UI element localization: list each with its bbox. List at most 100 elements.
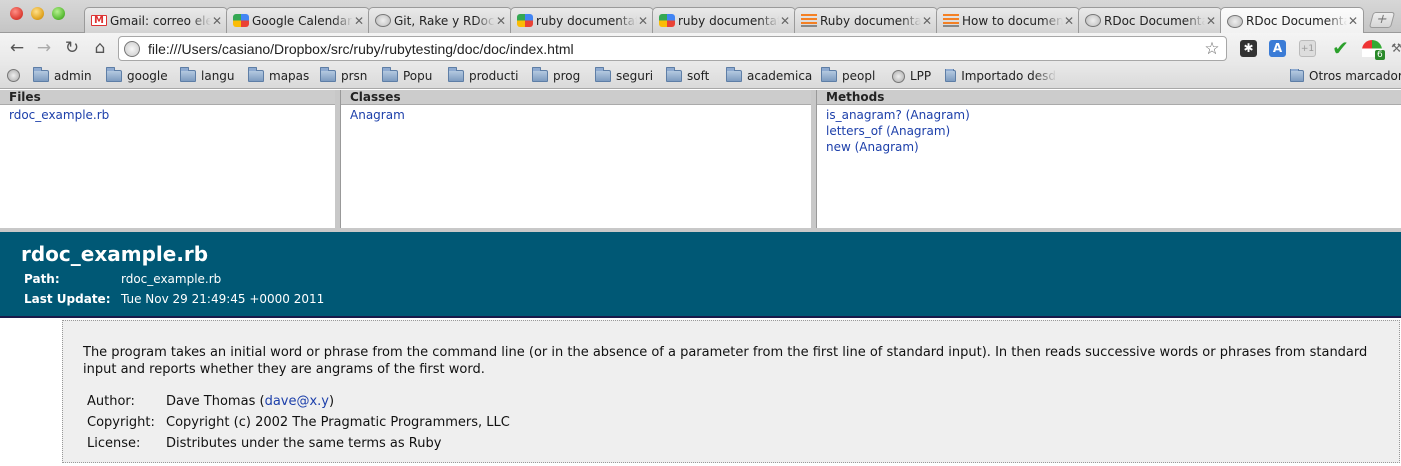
- tab-title: RDoc Documentation: [1104, 13, 1205, 28]
- folder-icon: [106, 67, 122, 82]
- bookmark-folder[interactable]: academica: [726, 67, 812, 83]
- bookmark-star-icon[interactable]: ☆: [1202, 39, 1222, 59]
- bookmark-folder[interactable]: peopl: [821, 67, 876, 83]
- copyright-row: Copyright: Copyright (c) 2002 The Pragmat…: [87, 415, 510, 430]
- folder-icon: [1290, 69, 1305, 82]
- bookmark-label: prsn: [341, 69, 368, 83]
- close-icon[interactable]: ✕: [1205, 14, 1217, 28]
- bookmark-label: Otros marcadores: [1309, 69, 1401, 83]
- folder-icon: [945, 69, 957, 82]
- methods-frame: Methods is_anagram? (Anagram) letters_of…: [816, 90, 1401, 228]
- reload-icon[interactable]: ↻: [61, 37, 83, 59]
- globe-icon: [375, 14, 391, 27]
- close-icon[interactable]: ✕: [211, 14, 223, 28]
- bookmark-folder[interactable]: google: [106, 67, 168, 83]
- back-arrow-icon[interactable]: ←: [6, 37, 28, 59]
- class-link[interactable]: Anagram: [350, 107, 811, 123]
- bookmark-folder[interactable]: prsn: [320, 67, 368, 83]
- bookmark-folder[interactable]: producti: [448, 67, 519, 83]
- home-icon[interactable]: ⌂: [89, 37, 111, 59]
- author-label: Author:: [87, 394, 135, 409]
- file-link[interactable]: rdoc_example.rb: [9, 107, 335, 123]
- close-icon[interactable]: ✕: [495, 14, 507, 28]
- tab-title: ruby documentation: [536, 13, 637, 28]
- bookmark-label: Importado desde Firefox: [961, 69, 1057, 83]
- window-minimize-button[interactable]: [31, 7, 44, 20]
- window-close-button[interactable]: [10, 7, 23, 20]
- browser-toolbar: ← → ↻ ⌂ file:///Users/casiano/Dropbox/sr…: [0, 33, 1401, 64]
- url-text[interactable]: file:///Users/casiano/Dropbox/src/ruby/r…: [148, 41, 1202, 57]
- bookmarks-bar: admin google langu mapas prsn Popu produ…: [0, 64, 1401, 89]
- author-email-link[interactable]: dave@x.y: [265, 394, 329, 409]
- close-icon[interactable]: ✕: [353, 14, 365, 28]
- bookmark-link[interactable]: LPP: [892, 69, 931, 83]
- bookmark-label: prog: [553, 69, 581, 83]
- window-zoom-button[interactable]: [52, 7, 65, 20]
- file-header: rdoc_example.rb Path: rdoc_example.rb La…: [0, 232, 1401, 318]
- bookmark-folder[interactable]: prog: [532, 67, 581, 83]
- browser-tab[interactable]: M Gmail: correo electrónico ✕: [84, 7, 228, 33]
- google-icon: [517, 14, 533, 27]
- close-icon[interactable]: ✕: [779, 14, 791, 28]
- wrench-icon[interactable]: ⚒: [1391, 41, 1401, 55]
- bookmark-label: producti: [469, 69, 519, 83]
- browser-tab-strip: M Gmail: correo electrónico ✕ Google Cal…: [0, 0, 1401, 34]
- checkmark-icon[interactable]: ✔: [1332, 38, 1349, 58]
- new-tab-button[interactable]: +: [1368, 12, 1396, 28]
- browser-tab[interactable]: Ruby documentation ✕: [794, 7, 938, 33]
- extension-asterisk-icon[interactable]: ✱: [1240, 40, 1257, 57]
- close-icon[interactable]: ✕: [1063, 14, 1075, 28]
- close-icon[interactable]: ✕: [921, 14, 933, 28]
- google-icon: [659, 14, 675, 27]
- browser-tab[interactable]: Google Calendar ✕: [226, 7, 370, 33]
- author-name: Dave Thomas: [166, 394, 256, 409]
- stackoverflow-icon: [943, 14, 959, 27]
- bookmark-folder[interactable]: seguri: [595, 67, 654, 83]
- bookmark-other-folder[interactable]: Otros marcadores: [1290, 69, 1401, 83]
- author-row: Author: Dave Thomas (dave@x.y): [87, 394, 335, 409]
- tab-title: Ruby documentation: [820, 13, 921, 28]
- bookmark-label: seguri: [616, 69, 654, 83]
- bookmark-label: Popu: [403, 69, 433, 83]
- browser-tab[interactable]: Git, Rake y RDoc ✕: [368, 7, 512, 33]
- description-text: The program takes an initial word or phr…: [83, 345, 1368, 377]
- forward-arrow-icon[interactable]: →: [33, 37, 55, 59]
- folder-icon: [448, 67, 464, 82]
- bookmark-folder[interactable]: admin: [33, 67, 92, 83]
- tab-title: How to document: [962, 13, 1063, 28]
- bookmark-folder[interactable]: soft: [666, 67, 710, 83]
- bookmark-label: peopl: [842, 69, 876, 83]
- close-icon[interactable]: ✕: [637, 14, 649, 28]
- method-link[interactable]: letters_of (Anagram): [826, 123, 1401, 139]
- translate-icon[interactable]: A: [1269, 40, 1286, 57]
- browser-tab[interactable]: How to document ✕: [936, 7, 1080, 33]
- bookmark-folder[interactable]: mapas: [248, 67, 309, 83]
- bookmark-folder[interactable]: langu: [180, 67, 235, 83]
- globe-icon: [1085, 14, 1101, 27]
- globe-icon: [1227, 14, 1243, 28]
- browser-tab-active[interactable]: RDoc Documentation ✕: [1220, 7, 1364, 34]
- browser-tab[interactable]: ruby documentation ✕: [510, 7, 654, 33]
- close-icon[interactable]: ✕: [1347, 14, 1359, 28]
- address-bar[interactable]: file:///Users/casiano/Dropbox/src/ruby/r…: [118, 36, 1227, 61]
- license-row: License: Distributes under the same terms…: [87, 436, 441, 451]
- gmail-icon: M: [91, 15, 107, 26]
- bookmark-label: soft: [687, 69, 710, 83]
- plus-one-icon[interactable]: +1: [1299, 40, 1316, 57]
- browser-tab[interactable]: ruby documentation ✕: [652, 7, 796, 33]
- tab-title: RDoc Documentation: [1246, 14, 1347, 28]
- folder-icon: [382, 67, 398, 82]
- path-label: Path:: [24, 272, 60, 286]
- bookmark-folder[interactable]: Popu: [382, 67, 433, 83]
- method-link[interactable]: new (Anagram): [826, 139, 1401, 155]
- last-update-value: Tue Nov 29 21:49:45 +0000 2011: [121, 292, 325, 306]
- method-link[interactable]: is_anagram? (Anagram): [826, 107, 1401, 123]
- browser-tab[interactable]: RDoc Documentation ✕: [1078, 7, 1222, 33]
- bookmark-folder[interactable]: Importado desde Firefox: [945, 69, 1057, 83]
- bookmark-apps[interactable]: [7, 69, 25, 82]
- classes-frame: Classes Anagram: [340, 90, 816, 228]
- bookmark-label: google: [127, 69, 168, 83]
- copyright-value: Copyright (c) 2002 The Pragmatic Program…: [166, 415, 510, 430]
- classes-frame-header: Classes: [341, 90, 811, 105]
- page-globe-icon: [124, 40, 140, 57]
